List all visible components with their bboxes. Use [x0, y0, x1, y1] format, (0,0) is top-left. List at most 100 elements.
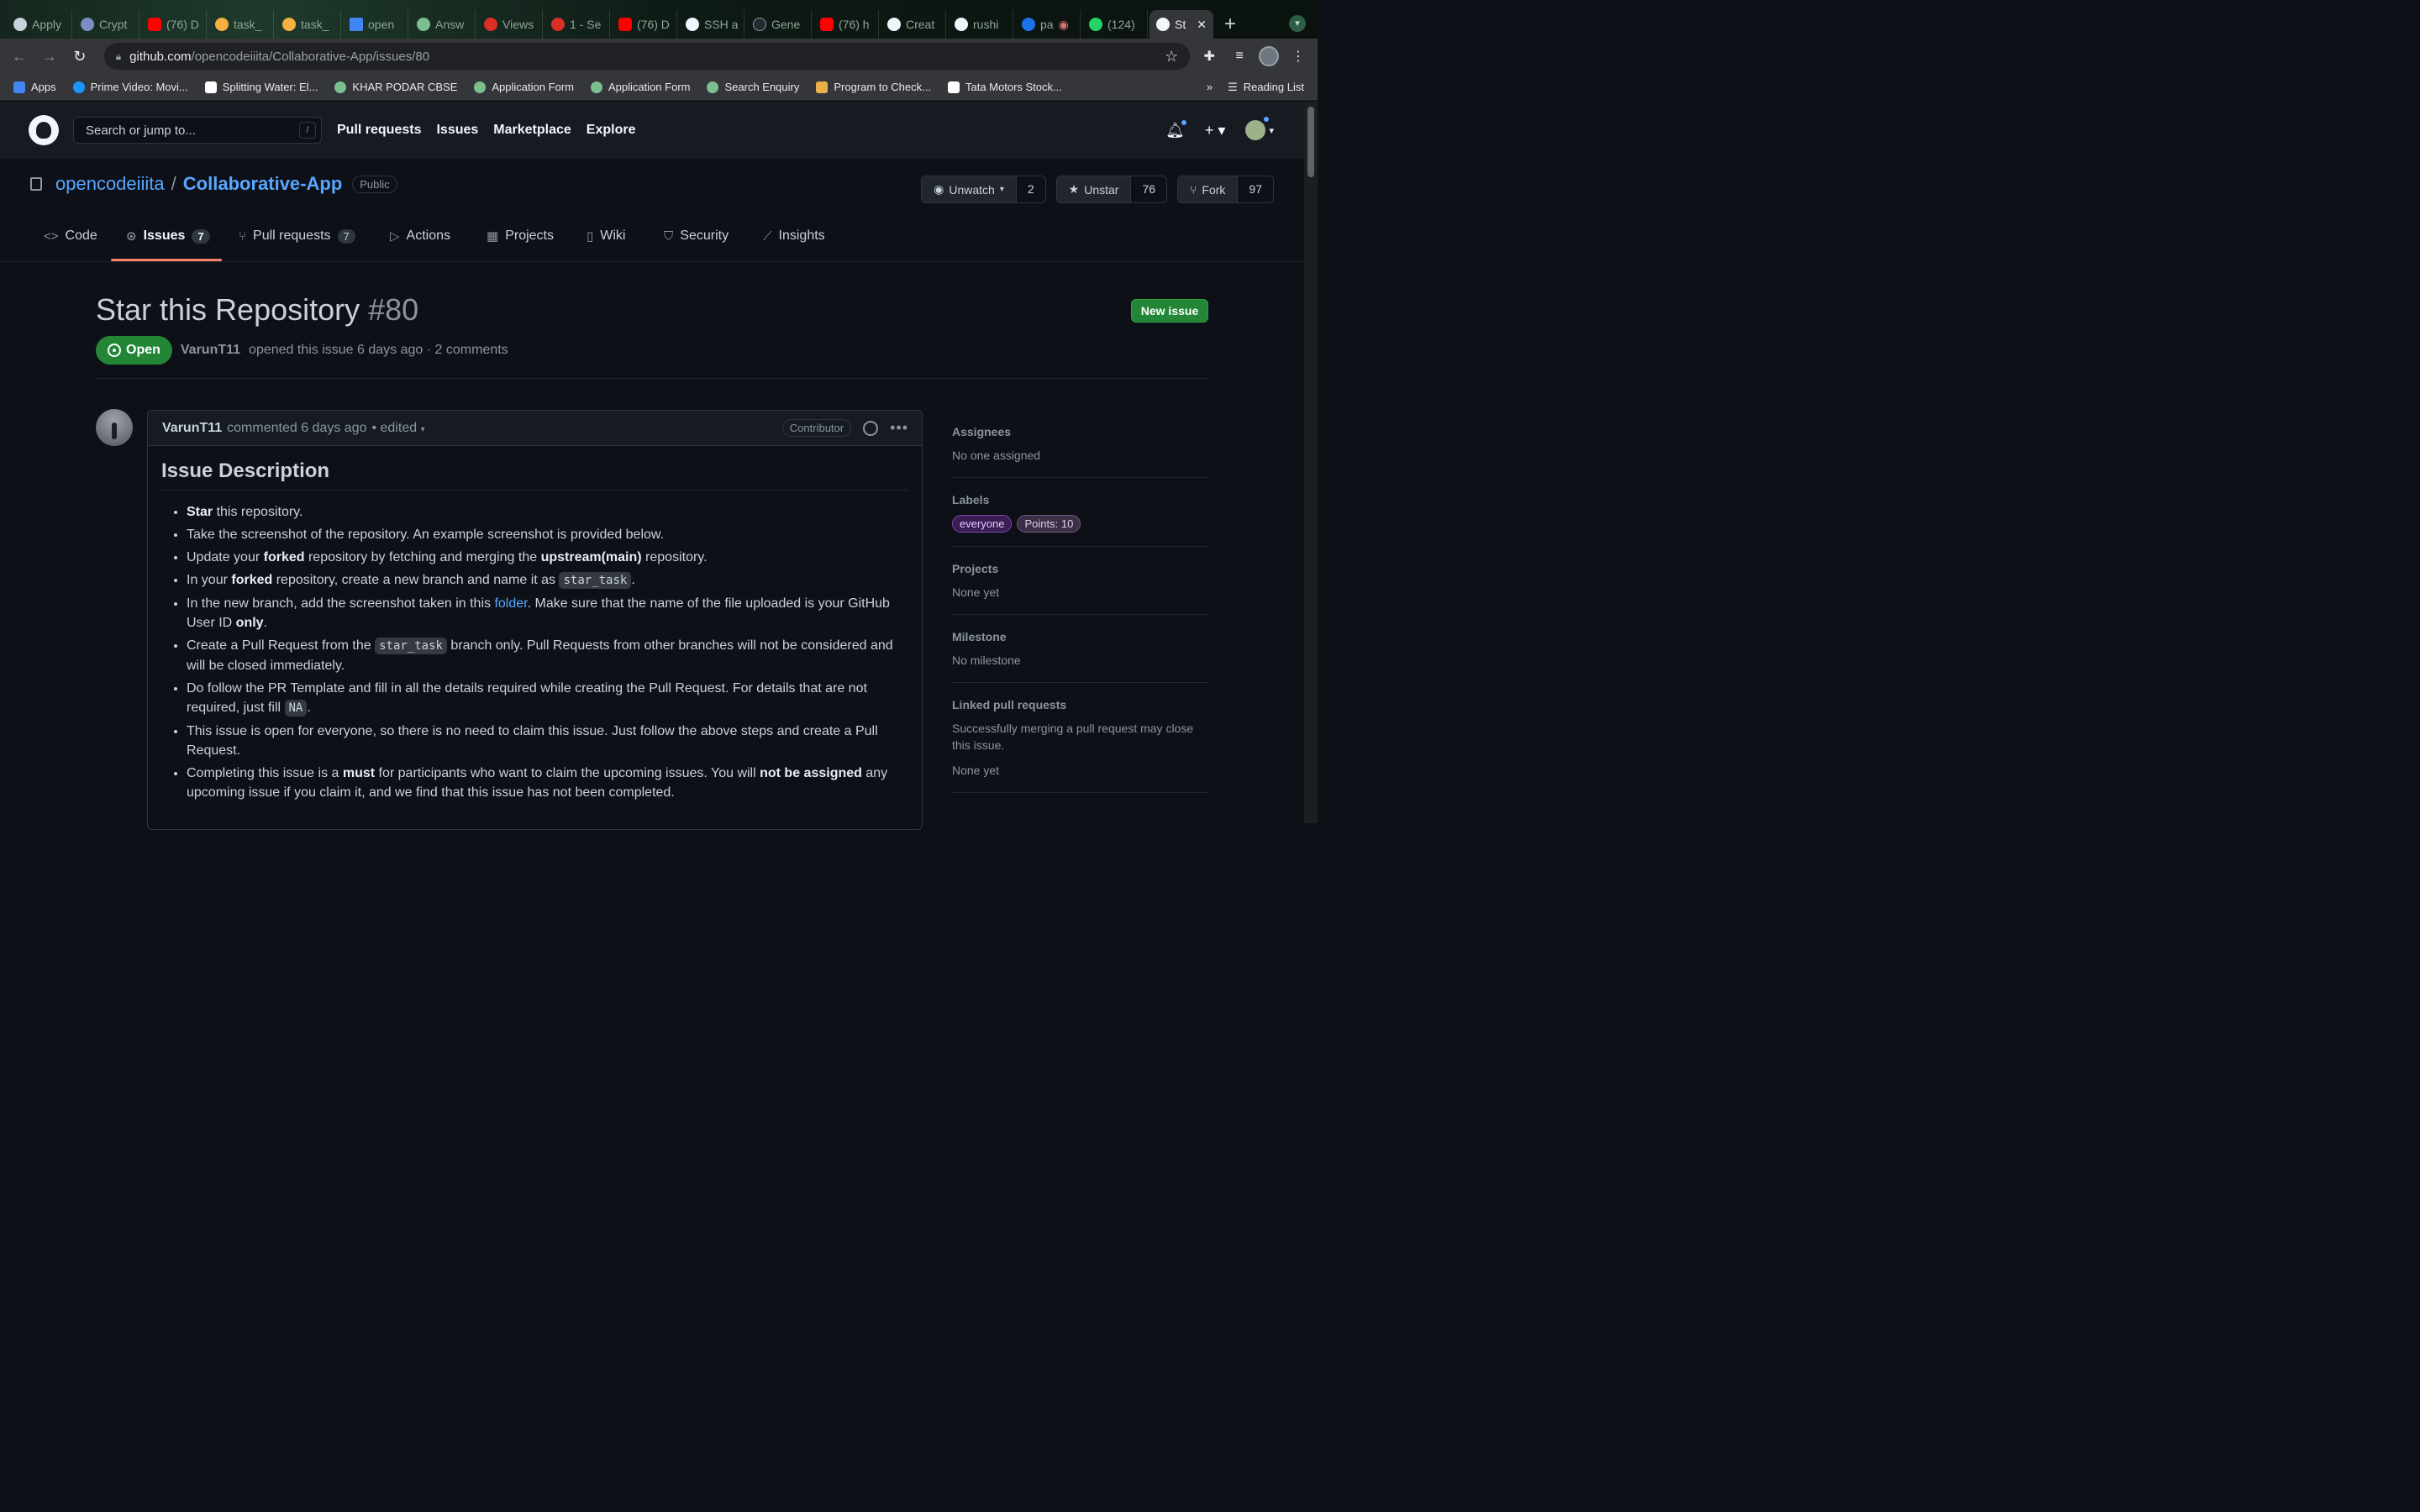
- browser-tab[interactable]: Views: [477, 10, 543, 39]
- fork-button[interactable]: ⑂ Fork: [1178, 176, 1238, 202]
- visibility-badge: Public: [352, 175, 397, 193]
- repo-name-link[interactable]: Collaborative-App: [183, 173, 342, 195]
- address-bar[interactable]: 🔒︎ github.com/opencodeiiita/Collaborativ…: [103, 43, 1191, 70]
- browser-tab[interactable]: Crypt: [74, 10, 139, 39]
- forward-icon[interactable]: →: [39, 48, 60, 66]
- user-menu[interactable]: ▾: [1245, 115, 1274, 140]
- comment-author-avatar[interactable]: [96, 409, 133, 446]
- projects-heading[interactable]: Projects: [952, 562, 1208, 575]
- reload-icon[interactable]: ↻: [69, 48, 91, 66]
- milestone-heading[interactable]: Milestone: [952, 630, 1208, 643]
- bookmark-item[interactable]: Prime Video: Movi...: [72, 81, 188, 93]
- bookmark-item[interactable]: Application Form: [474, 81, 574, 93]
- tab-actions[interactable]: ▷ Actions: [390, 228, 450, 244]
- nav-pull-requests[interactable]: Pull requests: [337, 123, 421, 138]
- watch-count[interactable]: 2: [1015, 176, 1045, 202]
- close-tab-icon[interactable]: ✕: [1197, 18, 1207, 32]
- add-reaction-icon[interactable]: [863, 420, 879, 436]
- comment-author-link[interactable]: VarunT11: [162, 421, 222, 436]
- youtube-icon: [820, 18, 834, 31]
- bookmark-apps[interactable]: Apps: [13, 81, 56, 93]
- browser-toolbar: ← → ↻ 🔒︎ github.com/opencodeiiita/Collab…: [0, 39, 1318, 74]
- tab-pull-requests[interactable]: ⑂ Pull requests 7: [239, 228, 355, 244]
- tab-wiki[interactable]: ▯ Wiki: [587, 228, 625, 244]
- browser-tab[interactable]: (76) D: [141, 10, 207, 39]
- chevron-down-icon: ▾: [420, 424, 425, 434]
- browser-tab[interactable]: Apply: [7, 10, 72, 39]
- comment-time[interactable]: commented 6 days ago: [227, 421, 366, 436]
- scrollbar-thumb[interactable]: [1307, 107, 1314, 177]
- browser-tab-active[interactable]: St ✕: [1150, 10, 1213, 39]
- label-points[interactable]: Points: 10: [1017, 515, 1081, 533]
- label-everyone[interactable]: everyone: [952, 515, 1013, 533]
- assignees-heading[interactable]: Assignees: [952, 425, 1208, 438]
- url-path: /opencodeiiita/Collaborative-App/issues/…: [191, 49, 430, 64]
- browser-tab[interactable]: Gene: [746, 10, 812, 39]
- extensions-icon[interactable]: ✚: [1198, 48, 1220, 65]
- assignees-section: Assignees No one assigned: [952, 420, 1208, 478]
- bookmark-item[interactable]: KHAR PODAR CBSE: [334, 81, 457, 93]
- unstar-button[interactable]: ★ Unstar: [1056, 176, 1131, 202]
- kebab-menu-icon[interactable]: •••: [890, 419, 908, 437]
- browser-tab[interactable]: rushi: [948, 10, 1013, 39]
- reading-list-button[interactable]: ☰ Reading List: [1228, 81, 1304, 94]
- bookmark-item[interactable]: Splitting Water: El...: [204, 81, 318, 93]
- back-icon[interactable]: ←: [8, 48, 30, 66]
- bookmark-item[interactable]: Program to Check...: [816, 81, 931, 93]
- browser-tab[interactable]: Answ: [410, 10, 476, 39]
- nav-explore[interactable]: Explore: [587, 123, 636, 138]
- bookmark-star-icon[interactable]: ☆: [1165, 48, 1178, 66]
- page-scrollbar[interactable]: [1304, 102, 1318, 823]
- linked-pr-value: None yet: [952, 764, 1000, 777]
- unwatch-button[interactable]: ◉ Unwatch ▾: [922, 176, 1016, 202]
- folder-link[interactable]: folder: [494, 596, 527, 611]
- new-tab-button[interactable]: +: [1215, 10, 1245, 39]
- search-input[interactable]: Search or jump to... /: [73, 117, 322, 144]
- nav-marketplace[interactable]: Marketplace: [493, 123, 571, 138]
- profile-avatar[interactable]: [1259, 46, 1280, 66]
- code-star-task: star_task: [559, 572, 632, 589]
- book-icon: ▯: [587, 229, 594, 244]
- media-queue-icon[interactable]: ≡: [1228, 49, 1250, 64]
- tab-search-icon[interactable]: ▾: [1289, 15, 1306, 32]
- create-new-dropdown-icon[interactable]: + ▾: [1205, 122, 1226, 139]
- github-icon: [887, 18, 901, 31]
- comment-heading: Issue Description: [161, 459, 908, 491]
- bookmarks-overflow-icon[interactable]: »: [1207, 81, 1213, 93]
- edited-dropdown[interactable]: • edited ▾: [371, 421, 424, 436]
- tab-issues[interactable]: ⊙ Issues 7: [126, 228, 210, 244]
- linked-pr-heading[interactable]: Linked pull requests: [952, 698, 1208, 711]
- fork-count[interactable]: 97: [1237, 176, 1273, 202]
- browser-tab[interactable]: (76) D: [612, 10, 677, 39]
- notifications-bell-icon[interactable]: 🔔︎: [1165, 118, 1188, 139]
- browser-tab[interactable]: open: [343, 10, 408, 39]
- bookmark-item[interactable]: Search Enquiry: [707, 81, 799, 93]
- browser-tab[interactable]: task_: [276, 10, 341, 39]
- breadcrumb-separator: /: [171, 173, 176, 194]
- chrome-menu-icon[interactable]: ⋮: [1287, 48, 1309, 65]
- browser-tab[interactable]: Creat: [881, 10, 946, 39]
- tab-projects[interactable]: ▦ Projects: [487, 228, 554, 244]
- tab-insights[interactable]: ⟋ Insights: [763, 228, 825, 244]
- star-count[interactable]: 76: [1130, 176, 1167, 202]
- linked-pr-section: Linked pull requests Successfully mergin…: [952, 693, 1208, 793]
- browser-tab[interactable]: task_: [208, 10, 274, 39]
- labels-heading[interactable]: Labels: [952, 493, 1208, 507]
- nav-issues[interactable]: Issues: [436, 123, 478, 138]
- github-logo-icon[interactable]: [29, 115, 59, 145]
- browser-tab[interactable]: (124): [1082, 10, 1148, 39]
- tab-favicon-icon: [484, 18, 497, 31]
- browser-tab[interactable]: SSH a: [679, 10, 744, 39]
- browser-tab[interactable]: (76) h: [813, 10, 879, 39]
- new-issue-button[interactable]: New issue: [1131, 299, 1208, 323]
- bookmark-item[interactable]: Application Form: [590, 81, 690, 93]
- issue-author-link[interactable]: VarunT11: [181, 343, 240, 358]
- browser-tab[interactable]: 1 - Se: [544, 10, 610, 39]
- github-header: Search or jump to... / Pull requests Iss…: [0, 102, 1304, 159]
- tab-security[interactable]: ⛉ Security: [664, 228, 729, 244]
- bookmark-item[interactable]: Tata Motors Stock...: [947, 81, 1062, 93]
- repo-owner-link[interactable]: opencodeiiita: [55, 173, 165, 195]
- tab-code[interactable]: <> Code: [44, 228, 97, 244]
- youtube-icon: [618, 18, 632, 31]
- browser-tab[interactable]: pa ◉: [1015, 10, 1081, 39]
